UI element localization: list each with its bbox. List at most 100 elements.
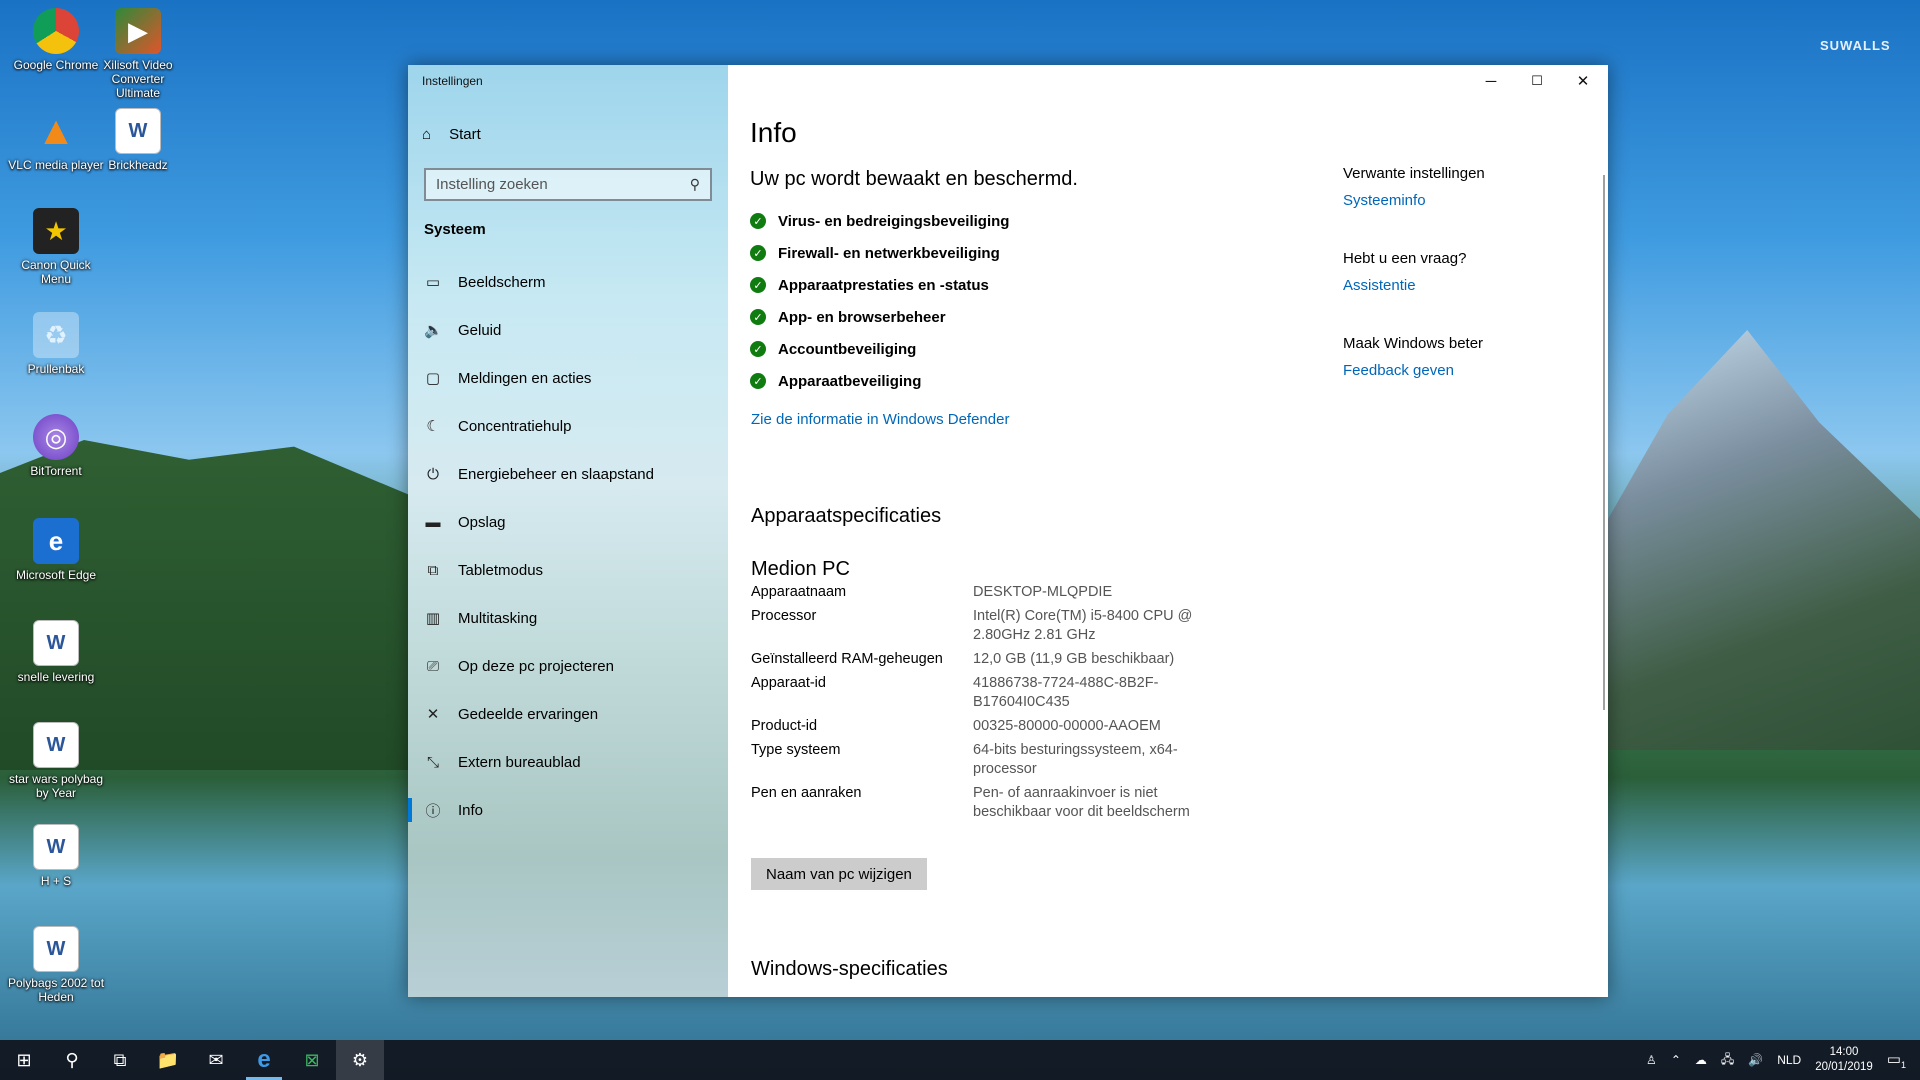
spec-value: 64-bits besturingssysteem, x64-processor [973, 742, 1178, 777]
action-center-icon[interactable]: ▭1 [1887, 1050, 1906, 1070]
home-icon: ⌂ [422, 125, 432, 143]
recycle-bin-icon: ♻ [33, 312, 79, 358]
sidebar-item-op-deze-pc-projecteren[interactable]: ⎚ Op deze pc projecteren [408, 642, 728, 690]
related-link[interactable]: Assistentie [1343, 277, 1416, 294]
sidebar-item-meldingen-en-acties[interactable]: ▢ Meldingen en acties [408, 354, 728, 402]
edge-icon[interactable]: e [240, 1040, 288, 1080]
spec-label: Apparaat-id [751, 675, 826, 691]
desktop-icon[interactable]: W Brickheadz [88, 108, 188, 172]
checkmark-icon: ✓ [750, 277, 766, 293]
desktop-icon[interactable]: W H + S [6, 824, 106, 888]
sidebar-item-gedeelde-ervaringen[interactable]: ✕ Gedeelde ervaringen [408, 690, 728, 738]
desktop-icon-label: Brickheadz [108, 158, 168, 172]
spec-value: Pen- of aanraakinvoer is niet beschikbaa… [973, 785, 1190, 820]
minimize-button[interactable]: ─ [1468, 65, 1514, 97]
search-icon[interactable]: ⚲ [690, 176, 700, 193]
taskbar-apps: ⊞ ⚲ ⧉ 📁 ✉ e ⊠ ⚙ [0, 1040, 384, 1080]
desktop-icon[interactable]: e Microsoft Edge [6, 518, 106, 582]
file-explorer-icon[interactable]: 📁 [144, 1040, 192, 1080]
wallpaper-forest [0, 440, 420, 770]
desktop-icon-label: H + S [40, 874, 72, 888]
tablet-icon: ⧉ [427, 561, 439, 579]
spec-row: Processor Intel(R) Core(TM) i5-8400 CPU @… [751, 607, 1231, 645]
related-link[interactable]: Feedback geven [1343, 362, 1454, 379]
desktop-icon[interactable]: ▶ Xilisoft Video Converter Ultimate [88, 8, 188, 100]
window-title: Instellingen [422, 74, 483, 88]
related-link[interactable]: Systeeminfo [1343, 192, 1426, 209]
spec-label: Pen en aanraken [751, 785, 862, 801]
sidebar-item-opslag[interactable]: ▬ Opslag [408, 498, 728, 546]
chevron-up-icon[interactable]: ⌃ [1671, 1053, 1681, 1067]
settings-search-input[interactable] [436, 176, 690, 193]
volume-icon[interactable]: 🔊 [1748, 1053, 1763, 1067]
word-document-icon: W [33, 926, 79, 972]
close-button[interactable]: ✕ [1560, 65, 1606, 97]
word-document-icon: W [33, 620, 79, 666]
windows-start-icon[interactable]: ⊞ [0, 1040, 48, 1080]
protection-item: ✓ Virus- en bedreigingsbeveiliging [750, 205, 1009, 237]
protection-item-label: App- en browserbeheer [778, 308, 946, 326]
onedrive-icon[interactable]: ☁ [1695, 1053, 1707, 1067]
project-icon: ⎚ [426, 657, 439, 675]
chrome-icon [33, 8, 79, 54]
sidebar-item-tabletmodus[interactable]: ⧉ Tabletmodus [408, 546, 728, 594]
desktop-icon[interactable]: ★ Canon Quick Menu [6, 208, 106, 286]
desktop-icon-label: snelle levering [17, 670, 95, 684]
sidebar-home[interactable]: ⌂ Start [422, 122, 481, 146]
checkmark-icon: ✓ [750, 341, 766, 357]
desktop-icon[interactable]: W Polybags 2002 tot Heden [6, 926, 106, 1004]
desktop-icon-label: Prullenbak [27, 362, 85, 376]
sidebar-item-beeldscherm[interactable]: ▭ Beeldscherm [408, 258, 728, 306]
sidebar-nav: ▭ Beeldscherm 🔈 Geluid ▢ Meldingen en acties ☾… [408, 258, 728, 834]
clock-time: 14:00 [1829, 1046, 1859, 1058]
sidebar-item-energiebeheer-en-slaapstand[interactable]: ⏻ Energiebeheer en slaapstand [408, 450, 728, 498]
protection-item: ✓ App- en browserbeheer [750, 301, 1009, 333]
windows-defender-link[interactable]: Zie de informatie in Windows Defender [751, 411, 1009, 428]
desktop-icon-label: Polybags 2002 tot Heden [7, 976, 105, 1004]
sidebar-item-geluid[interactable]: 🔈 Geluid [408, 306, 728, 354]
vlc-icon: ▲ [36, 109, 76, 153]
search-icon[interactable]: ⚲ [48, 1040, 96, 1080]
video-converter-icon: ▶ [115, 8, 161, 54]
desktop-icon[interactable]: ◎ BitTorrent [6, 414, 106, 478]
desktop-icon[interactable]: Wstar wars polybag by Year [6, 722, 106, 800]
maximize-button[interactable]: ☐ [1514, 65, 1560, 97]
sidebar-item-info[interactable]: ⓘ Info [408, 786, 728, 834]
spec-value: 00325-80000-00000-AAOEM [973, 718, 1161, 734]
sidebar-item-label: Meldingen en acties [458, 369, 592, 387]
content-scrollbar[interactable] [1603, 175, 1605, 710]
sidebar-item-concentratiehulp[interactable]: ☾ Concentratiehulp [408, 402, 728, 450]
settings-search[interactable]: ⚲ [424, 168, 712, 201]
rename-pc-button[interactable]: Naam van pc wijzigen [751, 858, 927, 890]
sidebar-item-extern-bureaublad[interactable]: ⤡ Extern bureaublad [408, 738, 728, 786]
wallpaper-watermark: SUWALLS [1820, 38, 1891, 53]
spec-value: 12,0 GB (11,9 GB beschikbaar) [973, 651, 1175, 667]
spec-row: Pen en aanraken Pen- of aanraakinvoer is … [751, 784, 1231, 822]
spec-value: 41886738-7724-488C-8B2F-B17604I0C435 [973, 675, 1159, 710]
clock[interactable]: 14:00 20/01/2019 [1815, 1045, 1873, 1075]
spec-row: Product-id 00325-80000-00000-AAOEM [751, 717, 1231, 736]
people-icon[interactable]: ♙ [1646, 1053, 1657, 1067]
spec-value: DESKTOP-MLQPDIE [973, 584, 1113, 600]
sidebar-item-multitasking[interactable]: ▥ Multitasking [408, 594, 728, 642]
spec-row: Apparaatnaam DESKTOP-MLQPDIE [751, 583, 1231, 602]
protection-list: ✓ Virus- en bedreigingsbeveiliging ✓ Firewa… [750, 205, 1009, 397]
settings-icon[interactable]: ⚙ [336, 1040, 384, 1080]
mail-icon[interactable]: ✉ [192, 1040, 240, 1080]
sidebar-item-label: Opslag [458, 513, 506, 531]
canon-icon: ★ [33, 208, 79, 254]
network-icon[interactable]: 🖧 [1721, 1050, 1734, 1071]
speaker-icon: 🔈 [424, 322, 443, 339]
sidebar-item-label: Info [458, 801, 484, 819]
task-view-icon[interactable]: ⧉ [96, 1040, 144, 1080]
language-indicator[interactable]: NLD [1777, 1053, 1801, 1067]
excel-icon[interactable]: ⊠ [288, 1040, 336, 1080]
protection-item: ✓ Apparaatprestaties en -status [750, 269, 1009, 301]
desktop-icon[interactable]: Wsnelle levering [6, 620, 106, 684]
page-title: Info [750, 117, 797, 148]
wallpaper-mountain [1560, 330, 1920, 750]
checkmark-icon: ✓ [750, 245, 766, 261]
protection-heading: Uw pc wordt bewaakt en beschermd. [750, 168, 1078, 190]
desktop-icon[interactable]: ♻ Prullenbak [6, 312, 106, 376]
system-tray: ♙ ⌃ ☁ 🖧 🔊 NLD 14:00 20/01/2019 ▭1 [1646, 1040, 1920, 1080]
